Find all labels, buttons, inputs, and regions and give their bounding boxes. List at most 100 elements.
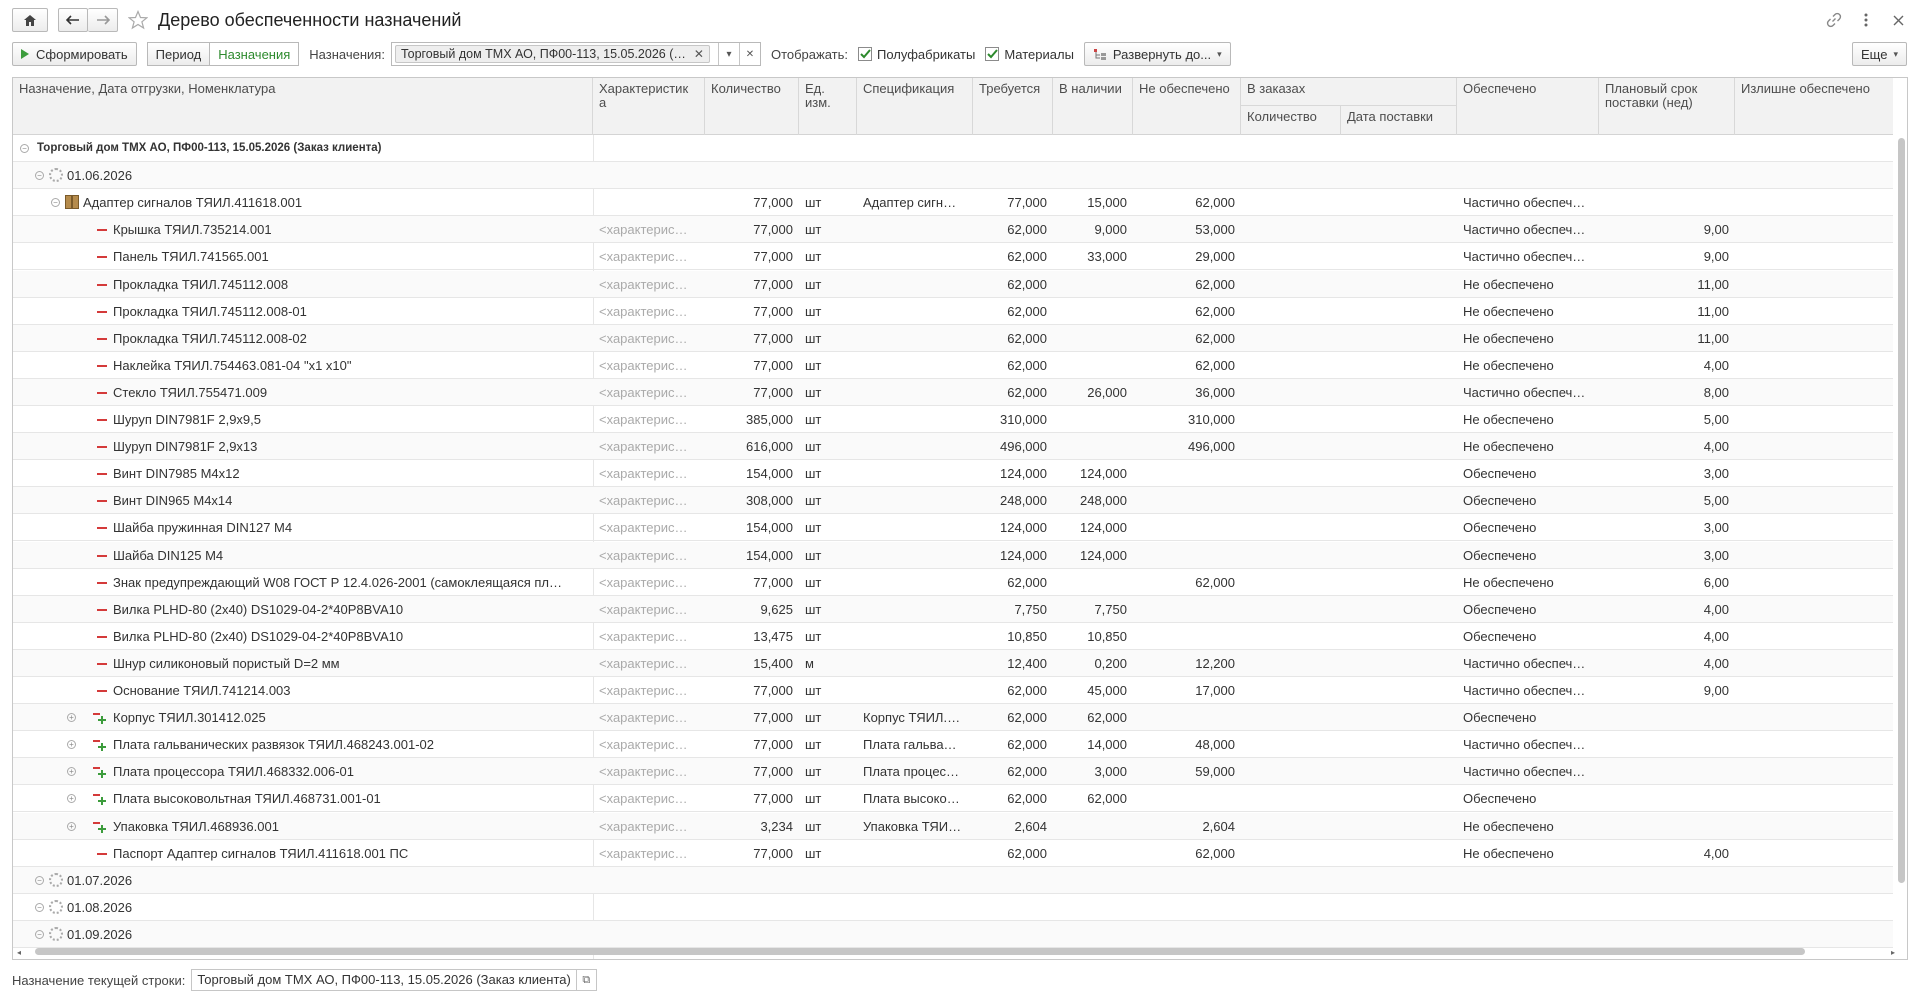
table-row[interactable]: Вилка PLHD-80 (2x40) DS1029-04-2*40P8BVA… <box>13 623 1893 650</box>
col-header-uom[interactable]: Ед. изм. <box>799 78 857 135</box>
cell-name: Корпус ТЯИЛ.301412.025 <box>113 710 266 726</box>
table-row[interactable]: + Плата высоковольтная ТЯИЛ.468731.001-01… <box>13 785 1893 813</box>
cell-uom <box>799 162 857 189</box>
cell-specification <box>857 379 973 406</box>
chip-remove-icon[interactable]: ✕ <box>694 47 704 61</box>
scroll-left-icon[interactable]: ◂ <box>17 948 21 957</box>
cell-characteristic: <характерис… <box>599 357 688 373</box>
table-row[interactable]: + Плата гальванических развязок ТЯИЛ.4682… <box>13 731 1893 759</box>
table-row[interactable]: Наклейка ТЯИЛ.754463.081-04 "x1 x10" <хар… <box>13 352 1893 379</box>
table-row[interactable]: − 01.09.2026 <box>13 920 1893 948</box>
collapse-toggle-icon[interactable]: − <box>20 144 29 153</box>
table-row[interactable]: Шайба DIN125 M4 <характерис… 154,000 шт 124,… <box>13 541 1893 569</box>
table-row[interactable]: − Торговый дом ТМХ АО, ПФ00-113, 15.05.20… <box>13 135 1893 162</box>
forward-button[interactable] <box>88 8 118 32</box>
clear-icon[interactable]: ✕ <box>738 43 760 65</box>
assignments-field[interactable]: Торговый дом ТМХ АО, ПФ00-113, 15.05.202… <box>390 42 761 66</box>
cell-delivery-date <box>1341 216 1457 243</box>
expand-toggle-icon[interactable]: + <box>67 794 76 804</box>
col-header-order-quantity[interactable]: Количество <box>1241 106 1341 135</box>
scroll-right-icon[interactable]: ▸ <box>1891 948 1895 957</box>
table-row[interactable]: Вилка PLHD-80 (2x40) DS1029-04-2*40P8BVA… <box>13 595 1893 623</box>
table-row[interactable]: − Адаптер сигналов ТЯИЛ.411618.001 77,000 ш… <box>13 189 1893 217</box>
more-button[interactable]: Еще ▾ <box>1852 42 1907 66</box>
table-row[interactable]: Крышка ТЯИЛ.735214.001 <характерис… 77,000… <box>13 216 1893 244</box>
cell-order-quantity <box>1241 379 1341 406</box>
open-link-icon[interactable]: ⧉ <box>576 969 597 991</box>
table-row[interactable]: Шнур силиконовый пористый D=2 мм <характе… <box>13 649 1893 677</box>
collapse-toggle-icon[interactable]: − <box>35 171 44 181</box>
col-header-available[interactable]: В наличии <box>1053 78 1133 135</box>
col-header-provided[interactable]: Обеспечено <box>1457 78 1599 135</box>
cell-required: 124,000 <box>1000 466 1047 482</box>
expand-toggle-icon[interactable]: + <box>67 821 76 831</box>
table-row[interactable]: Винт DIN7985 M4x12 <характерис… 154,000 шт 1… <box>13 460 1893 488</box>
table-row[interactable]: Шуруп DIN7981F 2,9x13 <характерис… 616,000… <box>13 433 1893 461</box>
back-button[interactable] <box>58 8 88 32</box>
semi-product-icon <box>93 767 106 779</box>
col-header-lead-time[interactable]: Плановый срок поставки (нед) <box>1599 78 1735 135</box>
col-header-quantity[interactable]: Количество <box>705 78 799 135</box>
table-row[interactable]: Паспорт Адаптер сигналов ТЯИЛ.411618.001… <box>13 840 1893 867</box>
table-row[interactable]: Панель ТЯИЛ.741565.001 <характерис… 77,000… <box>13 243 1893 271</box>
close-icon[interactable] <box>1889 11 1907 29</box>
cell-lead-time <box>1599 867 1735 894</box>
materials-checkbox[interactable]: Материалы <box>985 47 1074 62</box>
assignment-chip[interactable]: Торговый дом ТМХ АО, ПФ00-113, 15.05.202… <box>394 45 710 63</box>
tab-period[interactable]: Период <box>146 42 211 66</box>
table-row[interactable]: − 01.07.2026 <box>13 866 1893 894</box>
table-row[interactable]: Знак предупреждающий W08 ГОСТ Р 12.4.026… <box>13 569 1893 596</box>
table-row[interactable]: Стекло ТЯИЛ.755471.009 <характерис… 77,000… <box>13 378 1893 406</box>
cell-name: Стекло ТЯИЛ.755471.009 <box>113 384 268 400</box>
vertical-scrollbar[interactable] <box>1898 138 1905 883</box>
cell-available: 45,000 <box>1087 683 1127 698</box>
collapse-toggle-icon[interactable]: − <box>35 902 44 912</box>
more-vertical-icon[interactable] <box>1857 11 1875 29</box>
supply-tree-table[interactable]: Назначение, Дата отгрузки, Номенклатура … <box>12 77 1908 960</box>
home-button[interactable] <box>12 8 48 32</box>
cell-name: Винт DIN7985 M4x12 <box>113 466 240 482</box>
col-header-in-orders[interactable]: В заказах <box>1241 78 1457 106</box>
cell-uom: шт <box>805 737 822 753</box>
favorite-star-icon[interactable] <box>126 8 150 32</box>
table-row[interactable]: − 01.06.2026 <box>13 162 1893 190</box>
semi-products-checkbox[interactable]: Полуфабрикаты <box>858 47 975 62</box>
col-header-delivery-date[interactable]: Дата поставки <box>1341 106 1457 135</box>
cell-required: 62,000 <box>1007 574 1047 590</box>
col-header-characteristic[interactable]: Характеристик а <box>593 78 705 135</box>
table-row[interactable]: − 01.08.2026 <box>13 894 1893 921</box>
table-row[interactable]: Прокладка ТЯИЛ.745112.008-01 <характерис…… <box>13 298 1893 325</box>
expand-toggle-icon[interactable]: + <box>67 740 76 750</box>
collapse-toggle-icon[interactable]: − <box>35 875 44 885</box>
table-row[interactable]: Винт DIN965 M4x14 <характерис… 308,000 шт 24… <box>13 487 1893 515</box>
col-header-required[interactable]: Требуется <box>973 78 1053 135</box>
table-row[interactable]: + Упаковка ТЯИЛ.468936.001 <характерис… 3,2… <box>13 812 1893 840</box>
tab-assignments[interactable]: Назначения <box>210 42 300 66</box>
table-row[interactable]: + Корпус ТЯИЛ.301412.025 <характерис… 77,00… <box>13 704 1893 732</box>
cell-not-provided: 53,000 <box>1195 222 1235 238</box>
table-row[interactable]: Основание ТЯИЛ.741214.003 <характерис… 77,… <box>13 677 1893 704</box>
col-header-assignment[interactable]: Назначение, Дата отгрузки, Номенклатура <box>13 78 593 135</box>
table-row[interactable]: + Плата процессора ТЯИЛ.468332.006-01 <хар… <box>13 758 1893 786</box>
horizontal-scrollbar[interactable] <box>35 948 1805 955</box>
cell-provided: Не обеспечено <box>1463 818 1554 834</box>
col-header-not-provided[interactable]: Не обеспечено <box>1133 78 1241 135</box>
expand-toggle-icon[interactable]: + <box>67 767 76 777</box>
expand-toggle-icon[interactable]: + <box>67 713 76 723</box>
cell-name: Шнур силиконовый пористый D=2 мм <box>113 655 340 671</box>
cell-lead-time: 9,00 <box>1703 222 1729 238</box>
dropdown-icon[interactable]: ▾ <box>717 43 739 65</box>
expand-button[interactable]: Развернуть до... ▾ <box>1083 42 1231 66</box>
link-icon[interactable] <box>1825 11 1843 29</box>
cell-specification <box>857 542 973 569</box>
table-row[interactable]: Шайба пружинная DIN127 M4 <характерис… 154… <box>13 514 1893 542</box>
collapse-toggle-icon[interactable]: − <box>35 929 44 939</box>
collapse-toggle-icon[interactable]: − <box>51 198 60 208</box>
col-header-specification[interactable]: Спецификация <box>857 78 973 135</box>
col-header-excess[interactable]: Излишне обеспечено <box>1735 78 1893 135</box>
table-row[interactable]: Прокладка ТЯИЛ.745112.008-02 <характерис…… <box>13 324 1893 352</box>
table-row[interactable]: Прокладка ТЯИЛ.745112.008 <характерис… 77,… <box>13 270 1893 298</box>
cell-uom: шт <box>805 574 822 590</box>
table-row[interactable]: Шуруп DIN7981F 2,9x9,5 <характерис… 385,00… <box>13 406 1893 433</box>
generate-button[interactable]: Сформировать <box>12 42 137 66</box>
